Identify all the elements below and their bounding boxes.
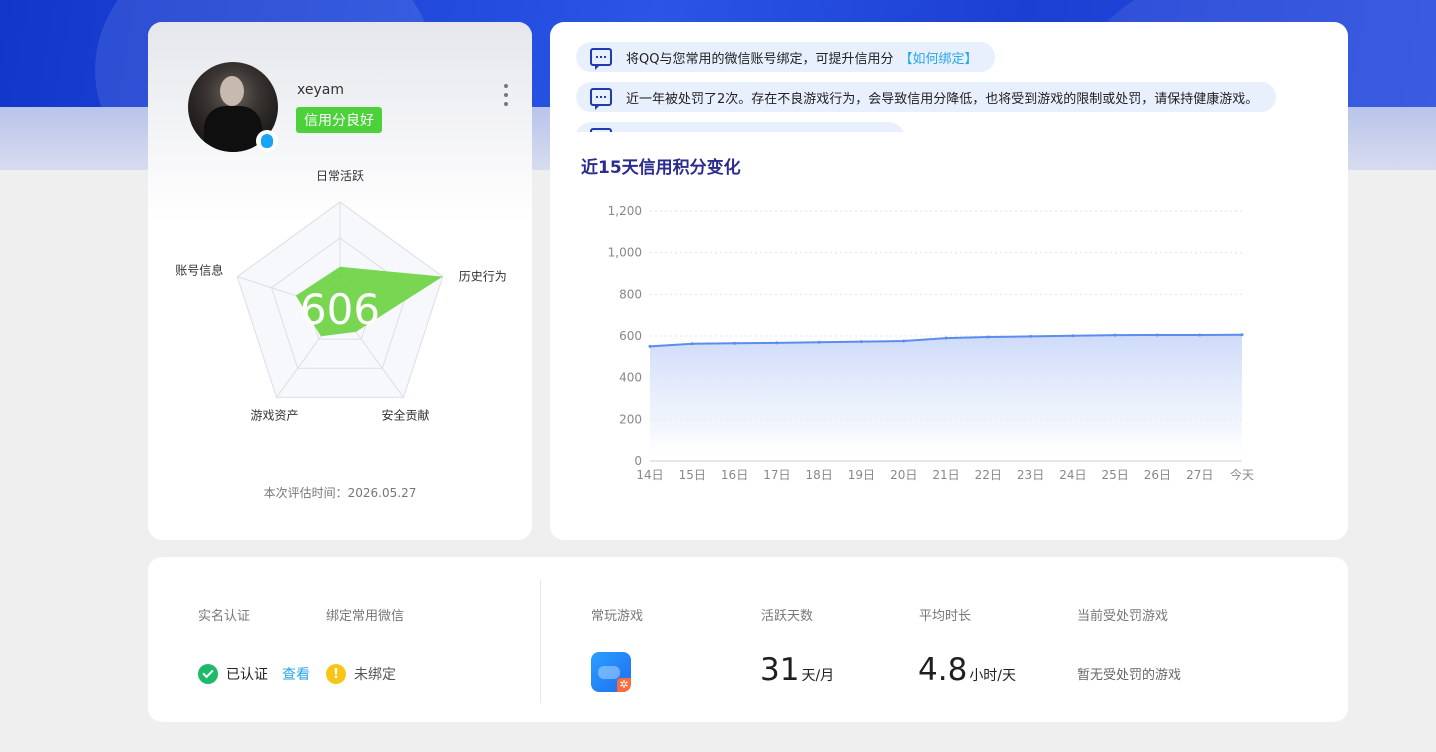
x-tick-label: 17日 <box>763 468 790 482</box>
evaluation-time: 本次评估时间：2026.05.27 <box>263 486 417 500</box>
view-link[interactable]: 查看 <box>282 664 310 684</box>
warning-icon: ! <box>326 664 346 684</box>
unbound-text: 未绑定 <box>354 667 396 683</box>
y-tick-label: 400 <box>619 371 642 385</box>
y-tick-label: 600 <box>619 329 642 343</box>
active-days-value: 31 <box>760 652 800 688</box>
avg-time-label: 平均时长 <box>919 609 972 624</box>
active-days-stat: 31 天/月 <box>760 652 834 688</box>
data-point <box>733 341 737 345</box>
game-badge-icon: ✲ <box>617 678 631 692</box>
data-point <box>1198 333 1202 337</box>
x-tick-label: 20日 <box>890 468 917 482</box>
data-point <box>1113 333 1117 337</box>
credit-trend-card: 将QQ与您常用的微信账号绑定，可提升信用分 【如何绑定】 近一年被处罚了2次。存… <box>550 22 1348 540</box>
y-tick-label: 0 <box>634 454 642 468</box>
data-point <box>1155 333 1159 337</box>
x-tick-label: 16日 <box>721 468 748 482</box>
data-point <box>986 335 990 339</box>
no-penalty-text: 暂无受处罚的游戏 <box>1077 668 1182 683</box>
y-tick-label: 1,000 <box>608 246 642 260</box>
radar-axis-label: 账号信息 <box>175 263 223 278</box>
x-tick-label: 今天 <box>1230 467 1254 482</box>
gamepad-icon <box>598 666 620 679</box>
avg-time-value: 4.8 <box>918 652 968 688</box>
x-tick-label: 21日 <box>932 468 959 482</box>
radar-axis-label: 安全贡献 <box>381 407 429 422</box>
wechat-bind-label: 绑定常用微信 <box>326 609 405 624</box>
credit-radar-chart: 606 日常活跃历史行为安全贡献 游戏资产 账号信息 <box>175 169 507 422</box>
data-point <box>817 340 821 344</box>
data-point <box>902 339 906 343</box>
active-days-unit: 天/月 <box>801 668 835 684</box>
data-point <box>1029 334 1033 338</box>
x-tick-label: 26日 <box>1144 468 1171 482</box>
y-tick-label: 1,200 <box>608 204 642 218</box>
y-tick-label: 200 <box>619 412 642 426</box>
x-tick-label: 24日 <box>1059 468 1086 482</box>
x-tick-label: 23日 <box>1017 468 1044 482</box>
check-icon <box>198 664 218 684</box>
credit-score: 606 <box>300 285 380 334</box>
x-tick-label: 22日 <box>975 468 1002 482</box>
data-point <box>775 341 779 345</box>
credit-line-chart: 0 200 400 600 800 1,000 1,200 14日 15日 16日 17日 18日 19… <box>608 204 1254 482</box>
avg-time-stat: 4.8 小时/天 <box>918 652 1016 688</box>
x-tick-label: 25日 <box>1102 468 1129 482</box>
data-point <box>944 336 948 340</box>
profile-card: xeyam 信用分良好 606 日常活跃 历史行为 安全贡献 游戏资产 账号信息 本次评估… <box>148 22 532 540</box>
verified-text: 已认证 <box>226 667 268 683</box>
real-name-status: 已认证 查看 <box>198 664 310 684</box>
radar-axis-label: 历史行为 <box>459 270 507 284</box>
data-point <box>859 340 863 344</box>
frequent-game-label: 常玩游戏 <box>591 609 644 624</box>
data-point <box>690 342 694 346</box>
radar-axis-label: 日常活跃 <box>316 169 364 183</box>
x-tick-label: 14日 <box>636 468 663 482</box>
wechat-status: ! 未绑定 <box>326 664 396 684</box>
data-point <box>1071 334 1075 338</box>
account-stats-card: 实名认证 绑定常用微信 已认证 查看 ! 未绑定 常玩游戏 活跃天数 平均时长 … <box>148 557 1348 722</box>
x-tick-label: 15日 <box>679 468 706 482</box>
y-tick-label: 800 <box>619 287 642 301</box>
radar-axis-label: 游戏资产 <box>251 408 299 422</box>
divider <box>540 579 541 703</box>
x-tick-label: 27日 <box>1186 468 1213 482</box>
game-app-icon[interactable]: ✲ <box>591 652 631 692</box>
data-point <box>648 344 652 348</box>
x-tick-label: 18日 <box>806 468 833 482</box>
active-days-label: 活跃天数 <box>761 609 814 624</box>
real-name-label: 实名认证 <box>198 609 251 624</box>
x-tick-label: 19日 <box>848 468 875 482</box>
data-point <box>1240 333 1244 337</box>
series-area <box>650 334 1242 461</box>
avg-time-unit: 小时/天 <box>969 668 1017 684</box>
penalty-game-label: 当前受处罚游戏 <box>1077 609 1169 624</box>
